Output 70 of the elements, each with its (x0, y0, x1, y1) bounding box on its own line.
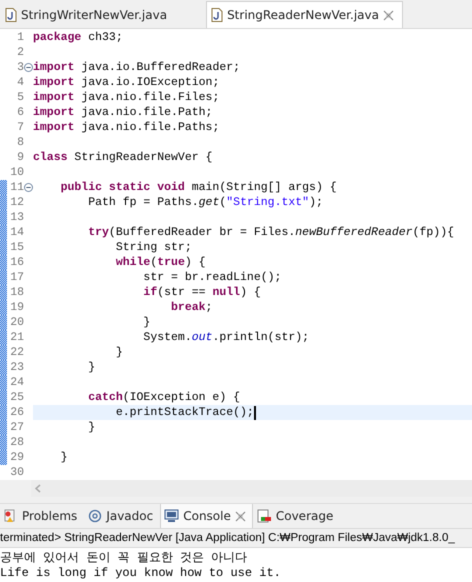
code-line: Path fp = Paths.get("String.txt"); (87, 195, 324, 210)
line-number: 16 (9, 256, 24, 269)
line-number: 10 (9, 166, 24, 179)
line-number: 2 (16, 46, 24, 59)
monitor-icon (164, 509, 180, 523)
code-line: try(BufferedReader br = Files.newBufferedReader(fp)){ (87, 225, 456, 240)
code-line: import java.nio.file.Paths; (33, 120, 220, 135)
text-cursor (254, 406, 256, 420)
line-number: 28 (9, 436, 24, 449)
code-line: } (142, 315, 152, 330)
line-number: 25 (9, 391, 24, 404)
line-number: 3 (16, 61, 24, 74)
code-line: import java.nio.file.Path; (33, 105, 214, 120)
code-line: import java.nio.file.Files; (33, 90, 220, 105)
code-line: str = br.readLine(); (142, 270, 282, 285)
panel-tab[interactable]: Javadoc (84, 504, 160, 528)
line-number: 14 (9, 226, 24, 239)
collapse-icon[interactable] (24, 183, 33, 192)
panel-tab[interactable]: Coverage (252, 504, 340, 528)
code-line: System.out.println(str); (142, 330, 310, 345)
line-number: 18 (9, 286, 24, 299)
line-number: 15 (9, 241, 24, 254)
line-number: 4 (16, 76, 24, 89)
horizontal-scrollbar[interactable] (31, 480, 472, 497)
code-line: import java.io.IOException; (33, 75, 220, 90)
code-line: class StringReaderNewVer { (33, 150, 214, 165)
line-number: 13 (9, 211, 24, 224)
code-line: while(true) { (114, 255, 207, 270)
line-number: 12 (9, 196, 24, 209)
line-number: 17 (9, 271, 24, 284)
line-number: 8 (16, 136, 24, 149)
console-output-line: Life is long if you know how to use it. (0, 566, 281, 580)
code-line: } (60, 450, 69, 465)
line-number: 27 (9, 421, 24, 434)
java-file-icon (211, 8, 224, 22)
line-number: 21 (9, 331, 24, 344)
panel-tab[interactable]: Problems (0, 504, 84, 528)
code-line: } (87, 420, 96, 435)
code-line: break; (170, 300, 214, 315)
code-line: public static void main(String[] args) { (60, 180, 338, 195)
code-line: } (114, 345, 124, 360)
line-number: 26 (9, 406, 24, 419)
console-output-line: 공부에 있어서 돈이 꼭 필요한 것은 아니다 (0, 550, 248, 566)
line-number: 24 (9, 376, 24, 389)
collapse-icon[interactable] (24, 63, 33, 72)
line-number: 1 (16, 31, 24, 44)
line-number: 5 (16, 91, 24, 104)
code-line: import java.io.BufferedReader; (33, 60, 242, 75)
console-status: terminated> StringReaderNewVer [Java Application] C:₩Program Files₩Java₩jdk1.8.0_ (0, 532, 455, 544)
line-number: 23 (9, 361, 24, 374)
line-number: 7 (16, 121, 24, 134)
editor-tab[interactable]: StringReaderNewVer.java (206, 1, 403, 28)
code-line: package ch33; (33, 30, 124, 45)
line-number: 20 (9, 316, 24, 329)
close-icon[interactable] (382, 10, 394, 20)
line-number: 11 (9, 181, 24, 194)
line-number: 9 (16, 151, 24, 164)
java-file-icon (5, 8, 17, 22)
line-number: 22 (9, 346, 24, 359)
code-line: if(str == null) { (142, 285, 262, 300)
line-number: 6 (16, 106, 24, 119)
code-line: } (87, 360, 96, 375)
close-icon[interactable] (234, 510, 246, 522)
line-number: 29 (9, 451, 24, 464)
code-line: catch(IOException e) { (87, 390, 242, 405)
line-number: 30 (9, 466, 24, 479)
panel-tab[interactable]: Console (160, 504, 253, 528)
line-number: 19 (9, 301, 24, 314)
code-line: String str; (114, 240, 193, 255)
coverage-report-icon (256, 509, 272, 523)
